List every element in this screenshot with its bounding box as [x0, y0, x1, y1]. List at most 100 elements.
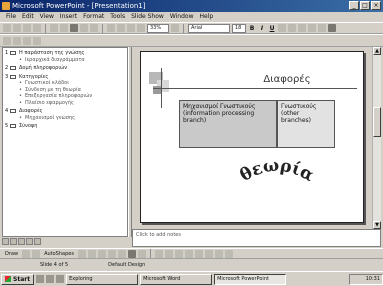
notes-pane[interactable]: Click to add notes: [132, 229, 381, 247]
outline-view-icon[interactable]: [10, 238, 17, 245]
email-icon[interactable]: [33, 24, 41, 32]
fill-color-icon[interactable]: [154, 249, 163, 258]
outline-bullet[interactable]: Πλαίσιο εφαρμογής: [19, 100, 125, 107]
status-slide-number: Slide 4 of 5: [40, 262, 69, 268]
menu-edit[interactable]: Edit: [22, 12, 34, 22]
menu-tools[interactable]: Tools: [110, 12, 125, 22]
redo-icon[interactable]: [117, 24, 125, 32]
save-icon[interactable]: [23, 24, 31, 32]
start-label: Start: [13, 275, 31, 283]
outline-bullet[interactable]: Μηχανισμοί γνώσης: [19, 115, 125, 122]
scroll-down-icon[interactable]: ▼: [373, 221, 381, 229]
quicklaunch-desktop-icon[interactable]: [36, 275, 45, 283]
draw-menu[interactable]: Draw: [5, 251, 18, 257]
outline-slide-title[interactable]: Σύνοψη: [19, 123, 125, 130]
powerpoint-app-icon[interactable]: [2, 2, 10, 10]
slide-canvas[interactable]: Διαφορές Μηχανισμοί Γνωστικούς (informat…: [140, 51, 364, 223]
promote-icon[interactable]: [3, 36, 11, 45]
decrease-font-icon[interactable]: [318, 24, 326, 32]
menu-window[interactable]: Window: [170, 12, 194, 22]
copy-icon[interactable]: [80, 24, 88, 32]
font-select[interactable]: Arial: [188, 23, 230, 33]
arrow-icon[interactable]: [87, 249, 96, 258]
3d-icon[interactable]: [224, 249, 233, 258]
print-icon[interactable]: [50, 24, 58, 32]
normal-view-icon[interactable]: [2, 238, 9, 245]
outline-slide-title[interactable]: Δομή πληροφοριών: [19, 65, 125, 72]
line-icon[interactable]: [77, 249, 86, 258]
autoshapes-menu[interactable]: AutoShapes: [44, 251, 74, 257]
spelling-icon[interactable]: [60, 24, 68, 32]
status-design-name: Default Design: [108, 262, 146, 268]
slide-sorter-icon[interactable]: [26, 238, 33, 245]
menu-slide-show[interactable]: Slide Show: [131, 12, 164, 22]
move-down-icon[interactable]: [33, 36, 41, 45]
slide-view-icon[interactable]: [18, 238, 25, 245]
menu-help[interactable]: Help: [200, 12, 214, 22]
outline-slide-item[interactable]: 3ΚατηγορίεςΓνωστικοί κλάδοιΣύνδεση με τη…: [5, 74, 125, 107]
quicklaunch-email-icon[interactable]: [56, 275, 65, 283]
outline-slide-item[interactable]: 4ΔιαφορέςΜηχανισμοί γνώσης: [5, 108, 125, 121]
vertical-scrollbar[interactable]: ▲ ▼: [372, 47, 381, 229]
menu-insert[interactable]: Insert: [60, 12, 77, 22]
outline-toolbar: [0, 34, 383, 47]
rectangle-icon[interactable]: [97, 249, 106, 258]
slide-textbox-left[interactable]: Μηχανισμοί Γνωστικούς (information proce…: [179, 100, 277, 148]
close-button[interactable]: ×: [371, 1, 381, 10]
new-icon[interactable]: [3, 24, 11, 32]
outline-slide-item[interactable]: 1Η παράσταση της γνώσηςΙεραρχικά διαγράμ…: [5, 50, 125, 63]
maximize-button[interactable]: □: [360, 1, 370, 10]
line-color-icon[interactable]: [164, 249, 173, 258]
italic-icon[interactable]: I: [258, 25, 266, 32]
menu-view[interactable]: View: [40, 12, 54, 22]
insert-chart-icon[interactable]: [127, 24, 135, 32]
underline-icon[interactable]: U: [268, 25, 276, 32]
line-style-icon[interactable]: [184, 249, 193, 258]
cut-icon[interactable]: [70, 24, 78, 32]
insert-table-icon[interactable]: [137, 24, 145, 32]
slide-icon: [10, 74, 16, 79]
outline-slide-item[interactable]: 2 Δομή πληροφοριών: [5, 65, 125, 72]
open-icon[interactable]: [13, 24, 21, 32]
select-arrow-icon[interactable]: [22, 249, 31, 258]
slide-textbox-right[interactable]: Γνωστικούς (other branches): [277, 100, 335, 148]
oval-icon[interactable]: [107, 249, 116, 258]
menu-format[interactable]: Format: [83, 12, 104, 22]
minimize-button[interactable]: _: [349, 1, 359, 10]
bullets-icon[interactable]: [298, 24, 306, 32]
increase-font-icon[interactable]: [308, 24, 316, 32]
undo-icon[interactable]: [107, 24, 115, 32]
start-button[interactable]: Start: [1, 273, 35, 285]
shadow-icon[interactable]: [214, 249, 223, 258]
taskbar-item[interactable]: Exploring: [66, 273, 139, 285]
slide-show-icon[interactable]: [34, 238, 41, 245]
help-icon[interactable]: [171, 24, 179, 32]
common-tasks-icon[interactable]: [328, 24, 336, 32]
outline-pane[interactable]: 1Η παράσταση της γνώσηςΙεραρχικά διαγράμ…: [2, 47, 128, 237]
move-up-icon[interactable]: [23, 36, 31, 45]
font-color-icon[interactable]: [174, 249, 183, 258]
scroll-thumb[interactable]: [373, 107, 381, 137]
textbox-icon[interactable]: [117, 249, 126, 258]
outline-slide-item[interactable]: 5 Σύνοψη: [5, 123, 125, 130]
bold-icon[interactable]: B: [248, 25, 256, 32]
arrow-style-icon[interactable]: [204, 249, 213, 258]
wordart-icon[interactable]: [127, 249, 136, 258]
quicklaunch-browser-icon[interactable]: [46, 275, 55, 283]
zoom-select[interactable]: 33%: [147, 23, 169, 33]
taskbar-item-active[interactable]: Microsoft PowerPoint: [214, 273, 287, 285]
font-size-select[interactable]: 18: [232, 23, 246, 33]
slide-title[interactable]: Διαφορές: [237, 74, 337, 85]
menu-file[interactable]: File: [6, 12, 16, 22]
dash-style-icon[interactable]: [194, 249, 203, 258]
align-center-icon[interactable]: [288, 24, 296, 32]
clipart-icon[interactable]: [137, 249, 146, 258]
paste-icon[interactable]: [90, 24, 98, 32]
wordart-arc[interactable]: θεωρία: [227, 148, 327, 198]
align-left-icon[interactable]: [278, 24, 286, 32]
rotate-icon[interactable]: [32, 249, 41, 258]
outline-bullet[interactable]: Ιεραρχικά διαγράμματα: [19, 57, 125, 64]
scroll-up-icon[interactable]: ▲: [373, 47, 381, 55]
demote-icon[interactable]: [13, 36, 21, 45]
taskbar-item[interactable]: Microsoft Word: [140, 273, 213, 285]
